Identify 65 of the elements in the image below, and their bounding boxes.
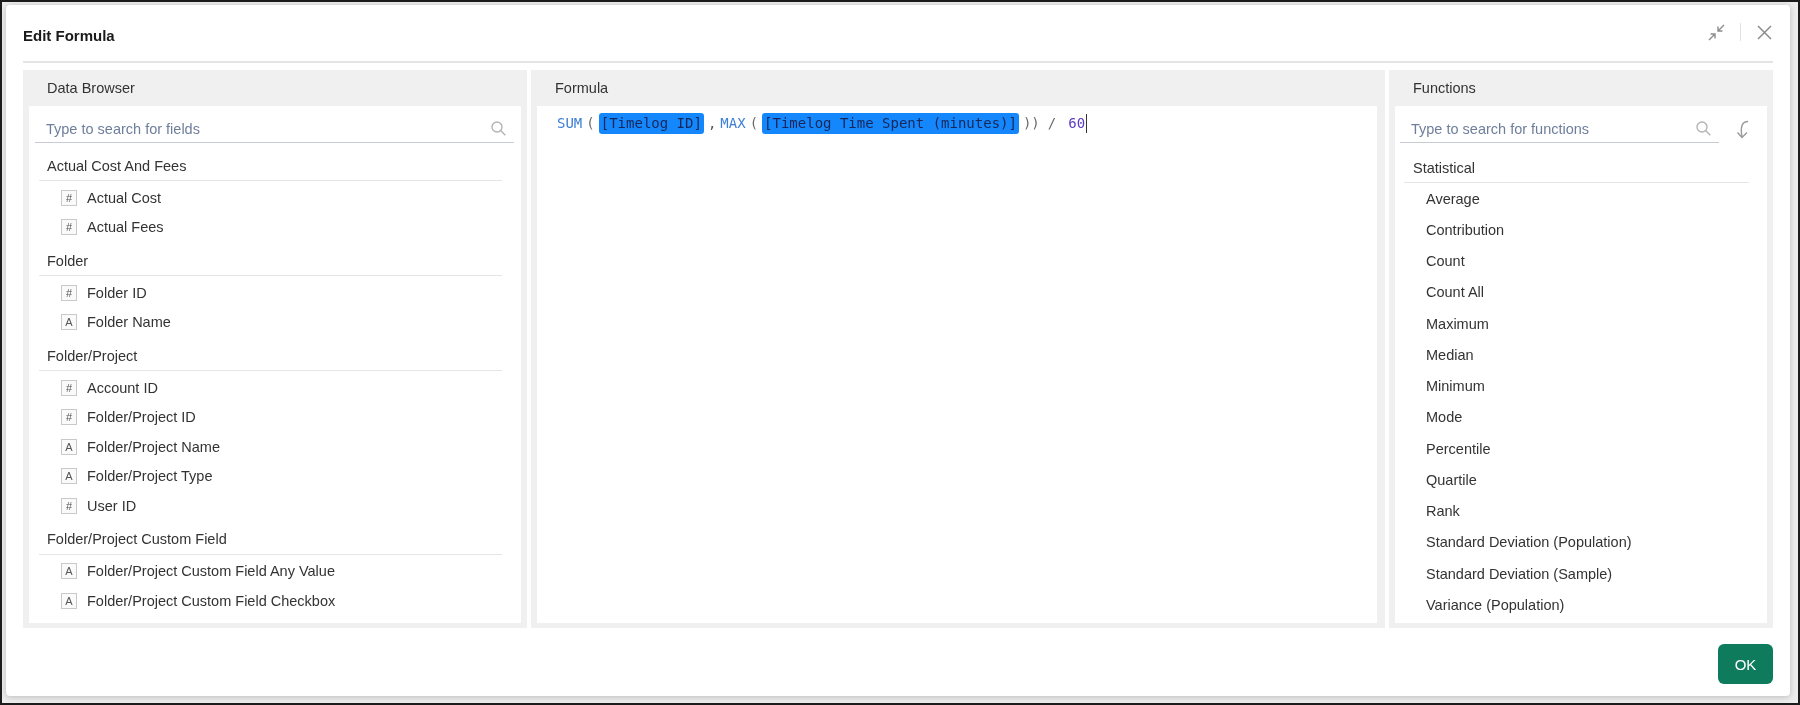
function-item[interactable]: Count All — [1395, 276, 1767, 308]
number-literal: 60 — [1068, 115, 1086, 131]
dialog-title: Edit Formula — [23, 26, 115, 44]
function-item[interactable]: Count — [1395, 245, 1767, 277]
group-header[interactable]: Folder/Project Custom Field — [39, 524, 502, 555]
field-item[interactable]: A Folder/Project Name — [29, 432, 521, 462]
curved-arrow-icon[interactable] — [1735, 119, 1749, 139]
panel-title: Formula — [554, 79, 610, 98]
data-type-tag: A — [61, 314, 77, 331]
operator: / — [1047, 115, 1057, 131]
group-header[interactable]: Folder/Project — [39, 341, 502, 371]
field-item[interactable]: A Folder/Project Type — [29, 461, 521, 491]
data-type-tag: A — [61, 438, 77, 455]
function-item[interactable]: Median — [1395, 339, 1767, 371]
function-item[interactable]: Standard Deviation (Sample) — [1395, 558, 1767, 590]
function-name: SUM — [557, 115, 583, 131]
function-item[interactable]: Average — [1395, 183, 1767, 215]
field-item[interactable]: # Folder/Project ID — [29, 402, 521, 432]
data-type-tag: # — [61, 189, 77, 206]
field-item[interactable]: A Folder/Project Custom Field Any Value — [29, 556, 521, 586]
group-header[interactable]: Statistical — [1404, 153, 1749, 183]
function-item[interactable]: Minimum — [1395, 370, 1767, 402]
panel-title: Data Browser — [46, 79, 136, 98]
field-item[interactable]: A Folder/Project Custom Field Checkbox — [29, 586, 521, 616]
function-item[interactable]: Standard Deviation (Population) — [1395, 526, 1767, 558]
function-item[interactable]: Variance (Population) — [1395, 589, 1767, 621]
field-item[interactable]: # Actual Fees — [29, 212, 521, 242]
parenthesis: ( — [749, 115, 759, 131]
search-field[interactable]: Type to search for fields — [35, 115, 514, 143]
field-item[interactable]: A Folder Name — [29, 307, 521, 337]
data-type-tag: # — [61, 409, 77, 426]
function-item[interactable]: Quartile — [1395, 464, 1767, 496]
field-reference: [Timelog Time Spent (minutes)] — [762, 112, 1019, 134]
data-type-tag: # — [61, 379, 77, 396]
field-item[interactable]: # Actual Cost — [29, 183, 521, 213]
search-field[interactable]: Type to search for functions — [1400, 115, 1719, 143]
ok-button[interactable]: OK — [1718, 644, 1773, 684]
function-name: MAX — [720, 115, 746, 131]
function-item[interactable]: Contribution — [1395, 214, 1767, 246]
parenthesis: ( — [586, 115, 595, 131]
search-icon[interactable] — [1696, 121, 1711, 136]
search-icon[interactable] — [491, 121, 506, 136]
data-type-tag: A — [61, 592, 77, 609]
data-type-tag: A — [61, 563, 77, 580]
function-item[interactable]: Mode — [1395, 401, 1767, 433]
group-header[interactable]: Folder — [39, 246, 502, 276]
collapse-icon[interactable] — [1708, 23, 1725, 41]
field-reference: [Timelog ID] — [598, 112, 704, 134]
data-type-tag: # — [61, 284, 77, 301]
function-item[interactable]: Percentile — [1395, 433, 1767, 465]
function-item[interactable]: Rank — [1395, 495, 1767, 527]
close-icon[interactable] — [1757, 24, 1772, 40]
field-item[interactable]: # User ID — [29, 491, 521, 521]
field-item[interactable]: # Folder ID — [29, 278, 521, 308]
group-header[interactable]: Actual Cost And Fees — [39, 151, 502, 181]
panel-title: Functions — [1412, 79, 1477, 98]
data-type-tag: # — [61, 497, 77, 514]
function-item[interactable]: Maximum — [1395, 308, 1767, 340]
text-cursor — [1086, 113, 1088, 133]
data-type-tag: # — [61, 219, 77, 236]
field-item[interactable]: # Account ID — [29, 373, 521, 403]
comma: , — [707, 115, 717, 131]
parenthesis: )) — [1022, 115, 1040, 131]
formula-editor[interactable]: SUM ( [Timelog ID] , MAX ( [Timelog Time Spent (minutes)] )) / 60 — [537, 106, 1377, 623]
data-type-tag: A — [61, 468, 77, 485]
